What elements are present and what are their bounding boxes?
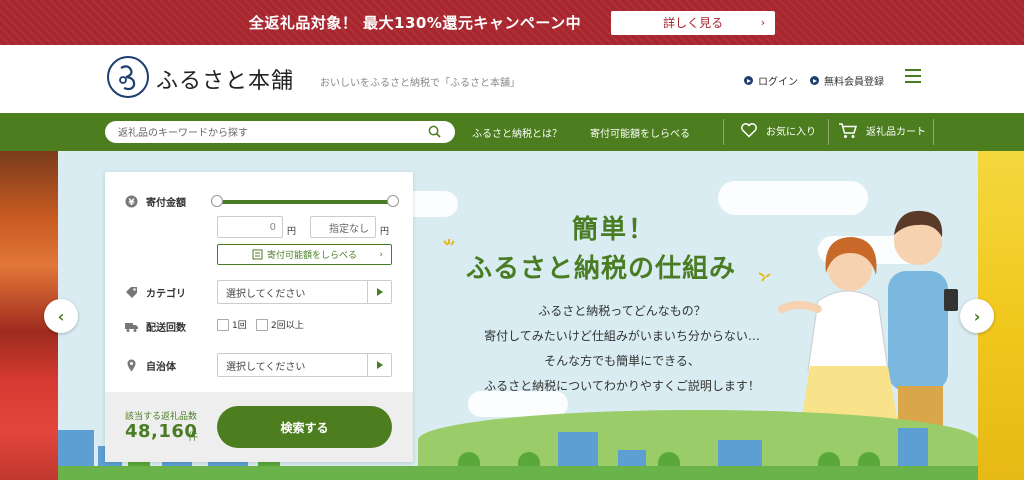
hero-description-line: 寄付してみたいけど仕組みがいまいち分からない… — [484, 329, 760, 343]
heart-icon — [741, 123, 757, 138]
hero-title-line2: ふるさと納税の仕組み — [466, 254, 737, 284]
nav-divider — [933, 119, 934, 145]
hero-description-line: そんな方でも簡単にできる、 — [544, 354, 700, 368]
favorites-link[interactable]: お気に入り — [740, 122, 816, 138]
search-submit-label: 検索する — [280, 420, 329, 435]
category-label-row: カテゴリ — [125, 285, 186, 300]
campaign-details-label: 詳しく見る — [663, 16, 724, 30]
amount-min-input[interactable]: 0 — [217, 216, 283, 238]
select-arrow-icon — [367, 354, 391, 376]
checkbox[interactable] — [256, 318, 268, 331]
hero-description-line: ふるさと納税についてわかりやすくご説明します！ — [484, 379, 760, 393]
arrow-circle-icon — [744, 76, 753, 85]
campaign-details-button[interactable]: 詳しく見る › — [611, 10, 776, 35]
sparkle-icon — [443, 239, 455, 246]
delivery-label: 配送回数 — [146, 323, 186, 334]
checkbox[interactable] — [217, 318, 229, 331]
amount-max-input[interactable]: 指定なし — [310, 216, 376, 238]
amount-label: 寄付金額 — [146, 198, 186, 209]
truck-icon — [125, 323, 138, 332]
svg-text:¥: ¥ — [128, 198, 135, 208]
location-pin-icon — [127, 359, 136, 372]
logo-icon — [119, 65, 136, 91]
cart-icon — [839, 123, 858, 138]
arrow-circle-icon — [810, 76, 819, 85]
nav-divider — [828, 119, 829, 145]
result-count-value: 48,160 — [125, 421, 198, 442]
tagline: おいしいをふるさと納税で「ふるさと本舗」 — [320, 78, 520, 89]
delivery-option-label: 1回 — [232, 321, 247, 331]
nav-divider — [723, 119, 724, 145]
delivery-option-multiple[interactable]: 2回以上 — [256, 318, 304, 331]
amount-slider-track[interactable] — [217, 200, 393, 204]
tag-icon — [126, 287, 137, 298]
amount-slider-min-handle[interactable] — [211, 195, 223, 207]
keyword-search — [105, 121, 455, 145]
result-count-unit: 件 — [188, 432, 198, 443]
category-select[interactable]: 選択してください — [217, 280, 392, 304]
sparkle-icon — [758, 272, 771, 282]
nav-link-about[interactable]: ふるさと納税とは？ — [472, 125, 562, 140]
site-header: ふるさと本舗 おいしいをふるさと納税で「ふるさと本舗」 ログイン 無料会員登録 — [0, 45, 1024, 113]
hero-title-line1: 簡単！ — [572, 215, 657, 245]
logo-mark[interactable] — [107, 56, 149, 98]
register-link[interactable]: 無料会員登録 — [810, 73, 884, 88]
amount-slider-max-handle[interactable] — [387, 195, 399, 207]
main-nav: ふるさと納税とは？ 寄付可能額をしらべる お気に入り 返礼品カート — [0, 113, 1024, 151]
nav-link-calc-limit[interactable]: 寄付可能額をしらべる — [590, 125, 690, 140]
carousel-prev-button[interactable]: ‹ — [44, 299, 78, 333]
municipality-label: 自治体 — [146, 362, 176, 373]
amount-max-unit: 円 — [380, 227, 390, 237]
chevron-right-icon: › — [379, 249, 383, 260]
logo-text[interactable]: ふるさと本舗 — [156, 63, 294, 95]
login-label: ログイン — [758, 77, 798, 88]
favorites-label: お気に入り — [766, 126, 816, 138]
hamburger-icon[interactable] — [905, 69, 921, 85]
cart-label: 返礼品カート — [866, 127, 926, 138]
select-arrow-icon — [367, 281, 391, 303]
cart-link[interactable]: 返礼品カート — [838, 122, 926, 139]
calc-limit-button[interactable]: 寄付可能額をしらべる › — [217, 244, 392, 265]
municipality-select-value: 選択してください — [226, 361, 306, 373]
register-label: 無料会員登録 — [824, 77, 884, 88]
login-link[interactable]: ログイン — [744, 73, 798, 88]
chevron-right-icon: › — [760, 16, 766, 29]
delivery-option-once[interactable]: 1回 — [217, 318, 247, 331]
keyword-search-input[interactable] — [105, 122, 405, 145]
chevron-left-icon: ‹ — [57, 306, 65, 326]
delivery-option-label: 2回以上 — [271, 321, 304, 331]
campaign-banner: 全返礼品対象！ 最大130%還元キャンペーン中 詳しく見る › — [0, 0, 1024, 45]
chevron-right-icon: › — [973, 306, 981, 326]
category-label: カテゴリ — [146, 289, 186, 300]
amount-max-value: 指定なし — [329, 223, 369, 235]
amount-min-unit: 円 — [287, 227, 297, 237]
delivery-label-row: 配送回数 — [125, 319, 186, 334]
search-submit-button[interactable]: 検索する — [217, 406, 392, 448]
amount-label-row: ¥ 寄付金額 — [125, 194, 186, 209]
category-select-value: 選択してください — [226, 288, 306, 300]
amount-min-value: 0 — [269, 221, 276, 233]
calculator-icon — [252, 249, 263, 260]
campaign-text: 全返礼品対象！ 最大130%還元キャンペーン中 — [248, 14, 582, 32]
carousel-next-button[interactable]: › — [960, 299, 994, 333]
hero-description: ふるさと納税ってどんなもの？ 寄付してみたいけど仕組みがいまいち分からない… そ… — [452, 299, 792, 399]
hero-description-line: ふるさと納税ってどんなもの？ — [538, 304, 706, 318]
yen-icon: ¥ — [125, 195, 138, 208]
calc-limit-label: 寄付可能額をしらべる — [266, 251, 357, 261]
municipality-label-row: 自治体 — [125, 358, 176, 373]
municipality-select[interactable]: 選択してください — [217, 353, 392, 377]
search-icon[interactable] — [428, 125, 441, 138]
